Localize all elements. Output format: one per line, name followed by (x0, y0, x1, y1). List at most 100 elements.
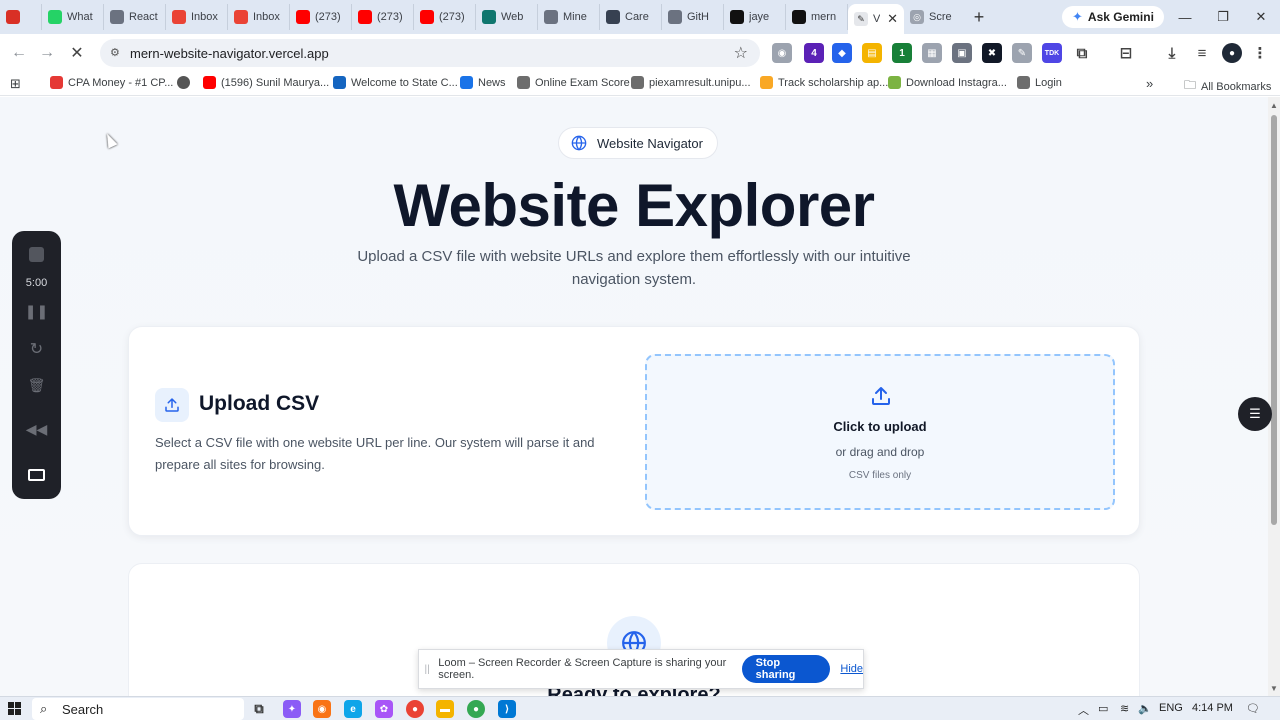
show-hidden-icons-icon[interactable]: ︿ (1078, 702, 1089, 718)
bookmark-item[interactable]: piexamresult.unipu... (631, 76, 751, 89)
scroll-up-icon[interactable]: ▲ (1270, 101, 1278, 110)
active-tab[interactable]: ✎ V ✕ (848, 4, 904, 34)
tab-label: Mine (563, 11, 587, 23)
grid-extension-icon[interactable]: ▦ (922, 43, 942, 63)
media-control-icon[interactable]: ≡ (1192, 43, 1212, 63)
upload-arrow-icon (872, 387, 890, 405)
box-extension-icon[interactable]: ▣ (952, 43, 972, 63)
battery-icon[interactable]: ▭ (1098, 702, 1108, 715)
bookmark-item[interactable]: Online Exam Score (517, 76, 630, 89)
browser-tab[interactable]: Inbox (228, 4, 290, 30)
task-view-icon[interactable]: ⧉ (250, 700, 268, 718)
stop-loading-button[interactable]: ✕ (62, 38, 92, 68)
extension-badge-icon[interactable]: 4 (804, 43, 824, 63)
stop-sharing-button[interactable]: Stop sharing (741, 655, 831, 683)
site-info-icon[interactable]: ⚙ (110, 46, 124, 60)
pause-icon[interactable]: ❚❚ (12, 303, 61, 320)
copilot-icon[interactable]: ✦ (283, 700, 301, 718)
browser-tab[interactable]: Inbox (166, 4, 228, 30)
browser-tab[interactable]: jaye (724, 4, 786, 30)
clock[interactable]: 4:14 PM (1192, 702, 1233, 714)
bookmark-item[interactable]: CPA Money - #1 CP... (50, 76, 173, 89)
browser-tab[interactable]: (273) (414, 4, 476, 30)
rewind-icon[interactable]: ◀◀ (12, 421, 61, 438)
recording-timer: 5:00 (25, 277, 48, 289)
tag-extension-icon[interactable]: ◆ (832, 43, 852, 63)
tab-screen[interactable]: ◎ Scre (904, 4, 966, 30)
bookmark-item[interactable]: News (460, 76, 506, 89)
edge-icon[interactable]: e (344, 700, 362, 718)
bookmark-star-icon[interactable]: ☆ (734, 43, 748, 63)
apps-grid-icon[interactable]: ⊞ (10, 76, 21, 92)
profile-avatar[interactable]: ● (1222, 43, 1242, 63)
browser-tab[interactable]: Care (600, 4, 662, 30)
wifi-icon[interactable]: ≋ (1120, 702, 1129, 715)
tab-search-icon[interactable]: ⊟ (1116, 43, 1136, 63)
hide-sharing-bar-link[interactable]: Hide (840, 663, 863, 675)
notifications-icon[interactable]: 🗨 (1246, 702, 1260, 715)
pencil-extension-icon[interactable]: ✎ (1012, 43, 1032, 63)
minimize-button[interactable]: — (1166, 0, 1204, 34)
all-bookmarks-button[interactable]: 🗀 All Bookmarks (1184, 76, 1271, 97)
tab-label: Web (501, 11, 524, 23)
bookmark-item[interactable]: Track scholarship ap... (760, 76, 888, 89)
bookmark-label: News (478, 76, 506, 89)
volume-icon[interactable]: 🔈 (1138, 702, 1152, 715)
forward-button[interactable]: → (32, 38, 62, 68)
browser-tab[interactable] (0, 4, 42, 30)
browser-tab[interactable]: (273) (352, 4, 414, 30)
browser-tab[interactable]: React (104, 4, 166, 30)
ask-gemini-button[interactable]: ✦ Ask Gemini (1062, 6, 1164, 28)
camera-toggle-icon[interactable] (28, 469, 45, 481)
csv-dropzone[interactable]: Click to upload or drag and drop CSV fil… (645, 354, 1115, 510)
browser-tab[interactable]: (273) (290, 4, 352, 30)
camera-extension-icon[interactable]: ◉ (772, 43, 792, 63)
browser-tab[interactable]: What (42, 4, 104, 30)
bookmark-item[interactable]: (1596) Sunil Maurya... (203, 76, 329, 89)
maximize-button[interactable]: ❐ (1204, 0, 1242, 34)
new-tab-button[interactable]: + (966, 4, 992, 30)
bookmark-item[interactable]: Login (1017, 76, 1062, 89)
bookmark-item[interactable]: Welcome to State C... (333, 76, 458, 89)
note-extension-icon[interactable]: ▤ (862, 43, 882, 63)
close-tab-icon[interactable]: ✕ (887, 11, 898, 27)
browser-tab[interactable]: mern (786, 4, 848, 30)
tdk-extension-icon[interactable]: TDK (1042, 43, 1062, 63)
scrollbar-thumb[interactable] (1271, 115, 1277, 525)
browser-tab[interactable]: Mine (538, 4, 600, 30)
chrome-icon[interactable]: ● (406, 700, 424, 718)
trash-icon[interactable]: 🗑 (12, 377, 61, 394)
vscode-icon[interactable]: ⟩ (498, 700, 516, 718)
firefox-icon[interactable]: ◉ (313, 700, 331, 718)
sharing-message: Loom – Screen Recorder & Screen Capture … (438, 657, 727, 681)
page-scrollbar[interactable]: ▲ ▼ (1268, 97, 1280, 697)
drag-handle-icon[interactable]: || (419, 664, 435, 675)
address-bar[interactable]: ⚙ mern-website-navigator.vercel.app ☆ (100, 39, 760, 67)
dropzone-note: CSV files only (848, 470, 912, 481)
close-window-button[interactable]: ✕ (1242, 0, 1280, 34)
back-button[interactable]: ← (4, 38, 34, 68)
browser-tab[interactable]: GitH (662, 4, 724, 30)
extension-badge-count-2: 1 (899, 47, 905, 59)
side-panel-toggle-icon[interactable]: ☰ (1238, 397, 1272, 431)
taskbar-search-box[interactable]: ⌕ Search (32, 698, 244, 720)
bookmark-item[interactable]: Download Instagra... (888, 76, 1007, 89)
browser-tab[interactable]: Web (476, 4, 538, 30)
more-bookmarks-button[interactable]: » (1146, 76, 1153, 91)
photos-icon[interactable]: ✿ (375, 700, 393, 718)
language-indicator[interactable]: ENG (1159, 702, 1183, 714)
file-explorer-icon[interactable]: ▬ (436, 700, 454, 718)
bookmark-item[interactable] (177, 76, 190, 89)
chrome-active-icon[interactable]: ● (467, 700, 485, 718)
browser-menu-icon[interactable]: ⋮ (1250, 43, 1270, 63)
download-icon[interactable]: ⤓ (1162, 43, 1182, 63)
restart-icon[interactable]: ↻ (12, 339, 61, 359)
puzzle-extensions-icon[interactable]: ⧉ (1072, 43, 1092, 63)
tab-label: Scre (929, 11, 952, 23)
sheets-extension-icon[interactable]: 1 (892, 43, 912, 63)
ninja-extension-icon[interactable]: ✖ (982, 43, 1002, 63)
scroll-down-icon[interactable]: ▼ (1270, 684, 1278, 693)
windows-start-icon[interactable] (8, 702, 22, 716)
stop-recording-button[interactable] (29, 247, 44, 262)
upload-icon (155, 388, 189, 422)
